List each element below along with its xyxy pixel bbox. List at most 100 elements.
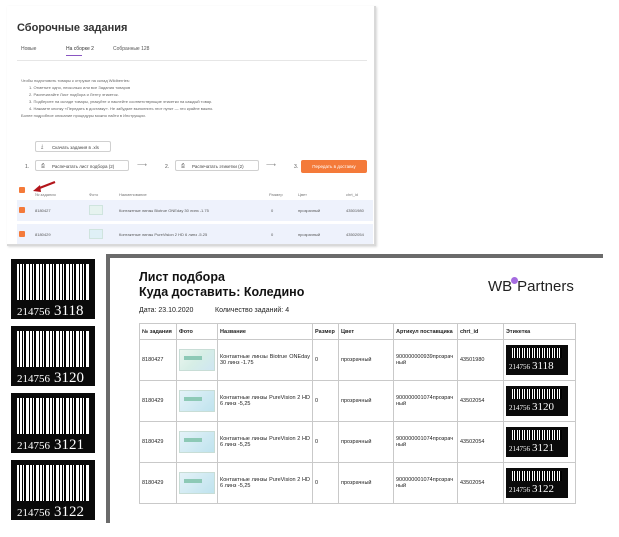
active-tab-indicator <box>66 55 82 56</box>
barcode-label: 214756 3120 <box>11 326 95 386</box>
label-prefix: 214756 <box>509 445 530 453</box>
instruction-intro: Чтобы подготовить товары к отгрузке на с… <box>21 78 130 83</box>
size: 0 <box>312 380 339 422</box>
product-name: Контактные линзы PureVision 2 HD 6 линз … <box>217 421 313 463</box>
column-header: № задания <box>35 192 56 197</box>
print-picking-list-label: Распечатать лист подбора (2) <box>52 164 115 169</box>
tab-new[interactable]: Новые <box>21 46 36 52</box>
page-title: Сборочные задания <box>17 22 128 34</box>
label-prefix: 214756 <box>17 306 50 318</box>
column-header: Этикетка <box>503 323 576 340</box>
product-name: Контактные линзы Biotrue ONEday 30 линз … <box>119 208 209 213</box>
tab-assembled[interactable]: Собранные 128 <box>113 46 149 52</box>
product-photo <box>179 349 215 371</box>
select-all-checkbox[interactable] <box>19 187 25 193</box>
label-suffix: 3122 <box>54 504 84 520</box>
download-xls-label: Скачать задания в .xls <box>52 145 99 150</box>
color: прозрачный <box>298 208 321 213</box>
instruction-step: 2. Распечатайте Лист подбора и Ленту эти… <box>29 92 119 97</box>
column-header: Размер <box>269 192 283 197</box>
chrt-id: 43501980 <box>346 208 364 213</box>
wb-partners-logo: WB Partners <box>488 277 574 295</box>
product-name: Контактные линзы Biotrue ONEday 30 линз … <box>217 339 313 381</box>
column-header: Название <box>217 323 313 340</box>
size: 0 <box>312 462 339 504</box>
label-suffix: 3118 <box>54 303 84 319</box>
barcode-label: 214756 3121 <box>506 427 568 457</box>
barcode-label: 214756 3118 <box>11 259 95 319</box>
table-row: 8180427 Контактные линзы Biotrue ONEday … <box>139 339 576 381</box>
instruction-more: Более подробное описание процедуры можно… <box>21 113 146 118</box>
table-header-row: № задания Фото Название Размер Цвет Арти… <box>139 323 576 340</box>
printer-icon: ⎙ <box>41 163 46 169</box>
column-header: Цвет <box>338 323 394 340</box>
color: прозрачный <box>338 462 394 504</box>
label-prefix: 214756 <box>509 486 530 494</box>
label-suffix: 3121 <box>532 442 554 454</box>
step-number: 3. <box>294 164 299 170</box>
print-labels-button[interactable]: ⎙ Распечатать этикетки (2) <box>175 160 259 171</box>
arrow-icon: ⟶ <box>137 162 148 169</box>
row-checkbox[interactable] <box>19 207 25 213</box>
download-icon: ⤓ <box>41 144 44 150</box>
barcode-icon <box>512 430 562 440</box>
product-thumbnail <box>89 205 103 215</box>
sheet-date: Дата: 23.10.2020 <box>139 307 194 314</box>
column-header: № задания <box>139 323 177 340</box>
chrt-id: 43502054 <box>346 232 364 237</box>
product-name: Контактные линзы PureVision 2 HD 6 линз … <box>217 380 313 422</box>
size: 0 <box>271 208 274 213</box>
label-suffix: 3122 <box>532 483 554 495</box>
barcode-label: 214756 3118 <box>506 345 568 375</box>
supplier-article: 900000001074прозрачный <box>393 462 458 504</box>
barcode-icon <box>17 398 89 434</box>
barcode-icon <box>512 348 562 358</box>
chrt-id: 43501980 <box>457 339 504 381</box>
size: 0 <box>312 421 339 463</box>
barcode-label: 214756 3122 <box>11 460 95 520</box>
barcode-icon <box>17 331 89 367</box>
column-header: chrt_id <box>346 192 359 197</box>
print-picking-list-button[interactable]: ⎙ Распечатать лист подбора (2) <box>35 160 129 171</box>
task-id: 8180427 <box>35 208 51 213</box>
product-photo <box>179 431 215 453</box>
task-id: 8180427 <box>139 339 177 381</box>
color: прозрачный <box>338 421 394 463</box>
product-thumbnail <box>89 229 103 239</box>
label-suffix: 3120 <box>532 401 554 413</box>
sheet-title: Лист подбора Куда доставить: Коледино <box>139 270 304 300</box>
column-header: Наименование <box>119 192 147 197</box>
download-xls-button[interactable]: ⤓ Скачать задания в .xls <box>35 141 111 152</box>
row-checkbox[interactable] <box>19 231 25 237</box>
size: 0 <box>312 339 339 381</box>
assembly-tasks-screen: Сборочные задания Новые На сборке 2 Собр… <box>7 6 376 246</box>
table-row: 8180429 Контактные линзы PureVision 2 HD… <box>139 462 576 504</box>
step-number: 1. <box>25 164 30 170</box>
chrt-id: 43502054 <box>457 380 504 422</box>
divider <box>17 60 367 61</box>
color: прозрачный <box>338 339 394 381</box>
product-photo <box>179 390 215 412</box>
product-photo <box>179 472 215 494</box>
label-prefix: 214756 <box>509 404 530 412</box>
instruction-step: 4. Нажмите кнопку «Передать в доставку».… <box>29 106 214 111</box>
print-labels-label: Распечатать этикетки (2) <box>192 164 244 169</box>
label-prefix: 214756 <box>509 363 530 371</box>
table-row: 8180429 Контактные линзы PureVision 2 HD… <box>139 421 576 463</box>
column-header: Размер <box>312 323 339 340</box>
picking-table: № задания Фото Название Размер Цвет Арти… <box>139 323 576 504</box>
instruction-step: 3. Подберите на складе товары, упакуйте … <box>29 99 213 104</box>
product-name: Контактные линзы PureVision 2 HD 6 линз … <box>119 232 208 237</box>
label-prefix: 214756 <box>17 507 50 519</box>
tab-in-assembly[interactable]: На сборке 2 <box>66 46 94 52</box>
supplier-article: 900000000939прозрачный <box>393 339 458 381</box>
label-prefix: 214756 <box>17 440 50 452</box>
step-number: 2. <box>165 164 170 170</box>
color: прозрачный <box>298 232 321 237</box>
label-prefix: 214756 <box>17 373 50 385</box>
color: прозрачный <box>338 380 394 422</box>
task-id: 8180429 <box>139 421 177 463</box>
instruction-step: 1. Отметьте одно, несколько или все Зада… <box>29 85 131 90</box>
transfer-to-delivery-button[interactable]: Передать в доставку <box>301 160 367 173</box>
barcode-icon <box>512 389 562 399</box>
